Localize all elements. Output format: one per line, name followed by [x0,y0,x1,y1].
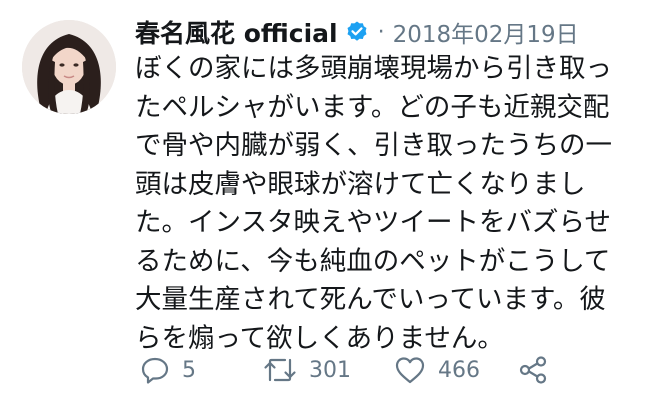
retweet-icon [263,355,297,385]
retweet-button[interactable]: 301 [263,352,351,388]
tweet-text-line: るために、今も純血のペットがこうして [135,245,611,277]
tweet: 春名風花 official · 2018年02月19日 ぼくの家には多頭崩壊現場… [0,0,650,401]
tweet-date[interactable]: 2018年02月19日 [393,15,579,49]
verified-badge-icon [345,20,369,44]
share-button[interactable] [518,352,548,388]
tweet-text-line: 大量生産されて死んでいっています。彼 [135,284,606,315]
tweet-text-line: た。インスタ映えやツイートをバズらせ [135,207,611,238]
like-count: 466 [438,357,480,383]
like-button[interactable]: 466 [394,352,480,388]
tweet-text-line: たペルシャがいます。どの子も近親交配 [135,91,610,123]
tweet-text: ぼくの家には多頭崩壊現場から引き取っ たペルシャがいます。どの子も近親交配 で骨… [135,50,645,358]
retweet-count: 301 [309,357,351,383]
tweet-text-line: で骨や内臓が弱く、引き取ったうちの一 [135,130,612,161]
reply-icon [140,355,170,385]
heart-icon [394,355,426,385]
tweet-actions: 5 301 466 [140,352,640,388]
reply-button[interactable]: 5 [140,352,196,388]
separator-dot: · [377,19,385,45]
share-icon [518,355,548,385]
tweet-header: 春名風花 official · 2018年02月19日 [135,14,579,50]
tweet-text-line: 頭は皮膚や眼球が溶けて亡くなりまし [135,168,586,200]
tweet-text-line: ぼくの家には多頭崩壊現場から引き取っ [135,53,612,84]
reply-count: 5 [182,357,196,383]
avatar[interactable] [22,20,116,114]
display-name[interactable]: 春名風花 official [135,14,338,50]
